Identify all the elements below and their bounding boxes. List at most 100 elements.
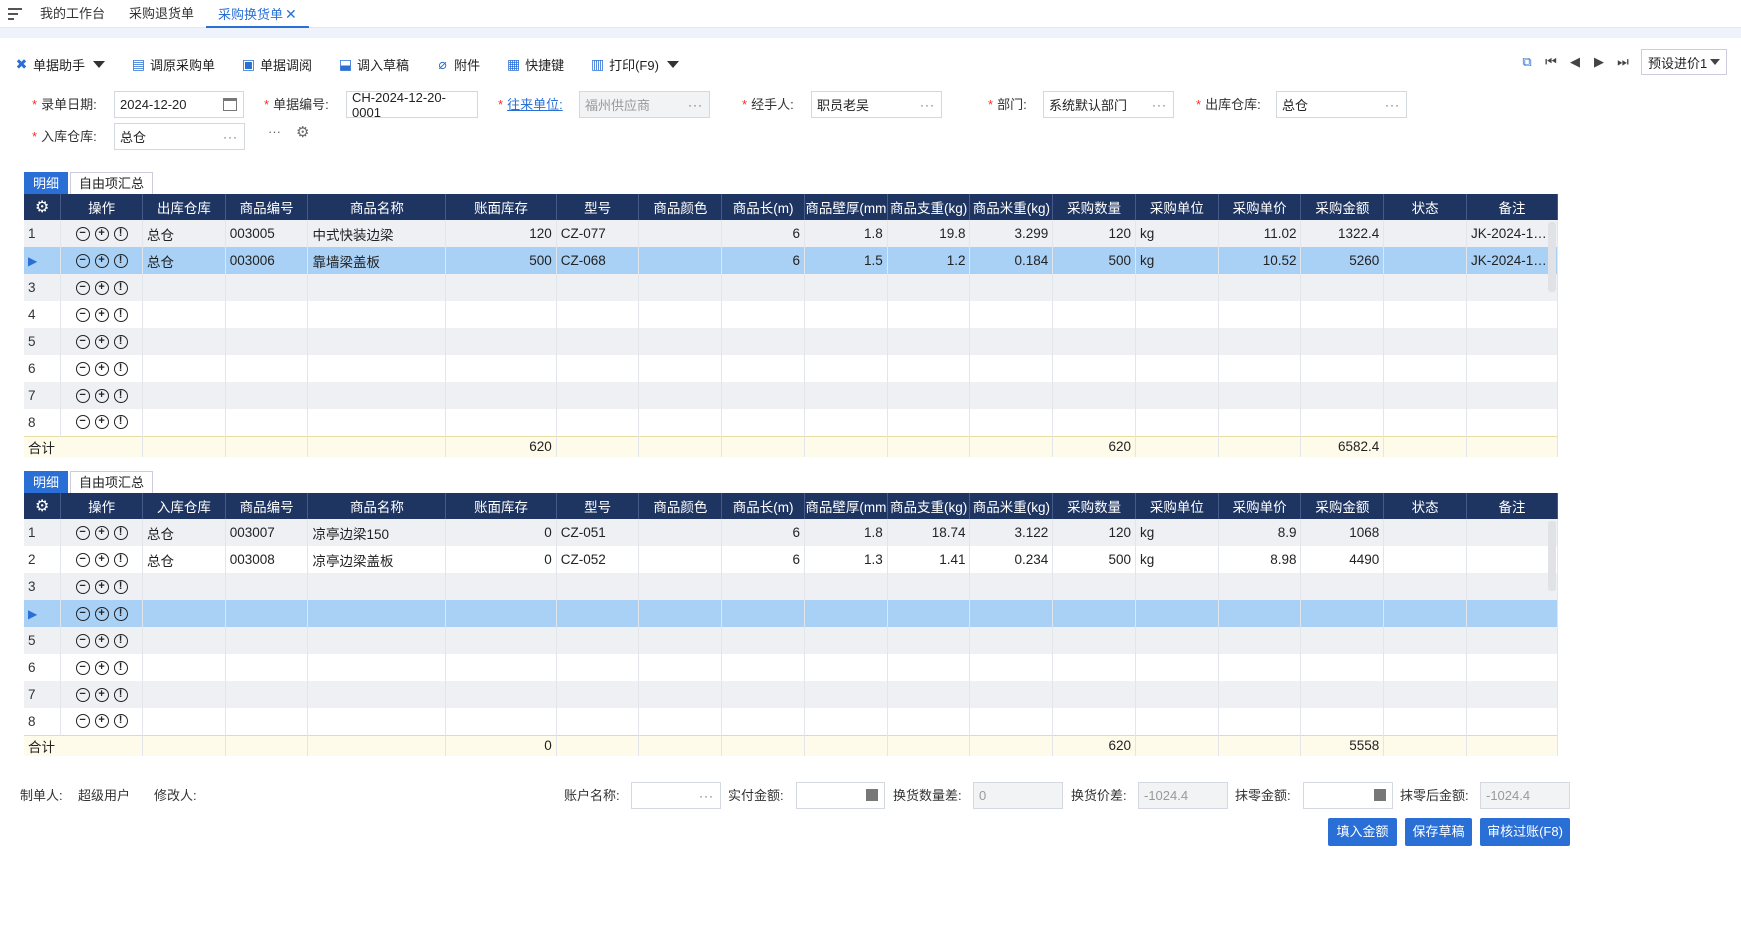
cell-code[interactable]: 003008 <box>225 546 309 573</box>
cell-unit[interactable]: kg <box>1135 519 1219 546</box>
column-settings-icon[interactable]: ⚙ <box>24 493 62 519</box>
table-row[interactable]: 6− +! <box>24 355 1559 382</box>
column-header[interactable]: 采购单价 <box>1218 194 1302 220</box>
table-cell[interactable] <box>307 328 447 355</box>
table-cell[interactable] <box>225 328 309 355</box>
table-cell[interactable] <box>969 355 1054 382</box>
table-cell[interactable] <box>969 301 1054 328</box>
column-header[interactable]: 商品长(m) <box>721 194 805 220</box>
cell-stock[interactable]: 500 <box>445 247 557 274</box>
remove-row-icon[interactable]: − <box>75 552 90 567</box>
table-cell[interactable] <box>225 409 309 436</box>
table-cell[interactable] <box>1466 681 1559 708</box>
table-row[interactable]: 3− +! <box>24 573 1559 600</box>
column-header[interactable]: 采购单价 <box>1218 493 1302 519</box>
tab-workbench[interactable]: 我的工作台 <box>28 0 117 28</box>
table-cell[interactable] <box>638 654 723 681</box>
add-row-icon[interactable]: + <box>94 415 109 430</box>
column-header[interactable]: 出库仓库 <box>142 194 226 220</box>
table-cell[interactable] <box>307 654 447 681</box>
remove-row-icon[interactable]: − <box>75 361 90 376</box>
column-header[interactable]: 采购单位 <box>1135 194 1219 220</box>
info-icon[interactable]: ! <box>113 280 128 295</box>
cell-model[interactable]: CZ-052 <box>556 546 640 573</box>
cell-code[interactable]: 003005 <box>225 220 309 247</box>
table-cell[interactable] <box>1218 708 1302 735</box>
table-cell[interactable] <box>969 627 1054 654</box>
table-cell[interactable] <box>445 654 557 681</box>
table-cell[interactable] <box>887 681 971 708</box>
table-cell[interactable] <box>1135 708 1219 735</box>
remove-row-icon[interactable]: − <box>75 687 90 702</box>
tab-purchase-return[interactable]: 采购退货单 <box>117 0 206 28</box>
table-cell[interactable] <box>1383 409 1467 436</box>
table-cell[interactable] <box>1052 328 1136 355</box>
table-cell[interactable] <box>225 681 309 708</box>
table-cell[interactable] <box>638 301 723 328</box>
table-cell[interactable] <box>721 708 805 735</box>
table-cell[interactable] <box>225 627 309 654</box>
remove-row-icon[interactable]: − <box>75 307 90 322</box>
audit-post-button[interactable]: 审核过账(F8) <box>1480 818 1570 846</box>
table-cell[interactable] <box>1218 681 1302 708</box>
cell-amount[interactable]: 5260 <box>1300 247 1385 274</box>
info-icon[interactable]: ! <box>113 579 128 594</box>
table-cell[interactable] <box>1218 409 1302 436</box>
close-icon[interactable]: ✕ <box>285 6 297 22</box>
add-row-icon[interactable]: + <box>94 552 109 567</box>
cell-price[interactable]: 8.9 <box>1218 519 1302 546</box>
remove-row-icon[interactable]: − <box>75 579 90 594</box>
cell-weight[interactable]: 1.41 <box>887 546 971 573</box>
more-icon[interactable]: ··· <box>920 98 935 112</box>
cell-qty[interactable]: 120 <box>1052 519 1136 546</box>
column-header[interactable]: 商品名称 <box>307 194 447 220</box>
table-cell[interactable] <box>804 382 888 409</box>
table-cell[interactable] <box>445 627 557 654</box>
table-cell[interactable] <box>1300 382 1385 409</box>
more-icon[interactable]: ··· <box>1152 98 1167 112</box>
cell-mweight[interactable]: 3.299 <box>969 220 1054 247</box>
table-cell[interactable] <box>307 409 447 436</box>
date-input[interactable]: 2024-12-20 <box>114 91 244 118</box>
table-cell[interactable] <box>1383 301 1467 328</box>
cell-weight[interactable]: 1.2 <box>887 247 971 274</box>
column-header[interactable]: 操作 <box>60 194 143 220</box>
gear-icon[interactable]: ⚙ <box>296 120 309 146</box>
table-cell[interactable] <box>1466 409 1559 436</box>
table-cell[interactable] <box>1052 301 1136 328</box>
column-header[interactable]: 采购单位 <box>1135 493 1219 519</box>
tab-detail[interactable]: 明细 <box>24 471 69 493</box>
table-cell[interactable] <box>638 382 723 409</box>
code-input[interactable]: CH-2024-12-20-0001 <box>346 90 478 120</box>
first-record-icon[interactable]: ⏮ <box>1539 50 1563 74</box>
cell-thick[interactable]: 1.8 <box>804 519 888 546</box>
table-cell[interactable] <box>1218 600 1302 627</box>
table-row[interactable]: ▶ − +! 总仓 003006 靠墙梁盖板 500 CZ-068 6 1.5 1.2 0.184 50… <box>24 247 1559 274</box>
cell-amount[interactable]: 1322.4 <box>1300 220 1385 247</box>
cell-name[interactable]: 中式快装边梁 <box>307 220 447 247</box>
table-cell[interactable] <box>1300 301 1385 328</box>
table-cell[interactable] <box>445 382 557 409</box>
table-cell[interactable] <box>1135 382 1219 409</box>
cell-mweight[interactable]: 0.234 <box>969 546 1054 573</box>
table-cell[interactable] <box>969 573 1054 600</box>
cell-len[interactable]: 6 <box>721 519 805 546</box>
table-cell[interactable] <box>1218 382 1302 409</box>
table-cell[interactable] <box>142 409 226 436</box>
column-header[interactable]: 商品名称 <box>307 493 447 519</box>
table-cell[interactable] <box>1300 654 1385 681</box>
table-cell[interactable] <box>638 328 723 355</box>
table-cell[interactable] <box>142 600 226 627</box>
table-cell[interactable] <box>969 382 1054 409</box>
more-icon[interactable]: ··· <box>1385 98 1400 112</box>
zero-input[interactable] <box>1303 782 1393 809</box>
table-cell[interactable] <box>969 600 1054 627</box>
tab-detail[interactable]: 明细 <box>24 172 69 194</box>
table-cell[interactable] <box>1383 681 1467 708</box>
doc-assistant-button[interactable]: ✖ 单据助手 <box>14 55 106 74</box>
table-cell[interactable] <box>142 708 226 735</box>
table-cell[interactable] <box>556 409 640 436</box>
table-cell[interactable] <box>1052 681 1136 708</box>
column-header[interactable]: 商品壁厚(mm <box>804 194 888 220</box>
column-header[interactable]: 备注 <box>1466 493 1559 519</box>
